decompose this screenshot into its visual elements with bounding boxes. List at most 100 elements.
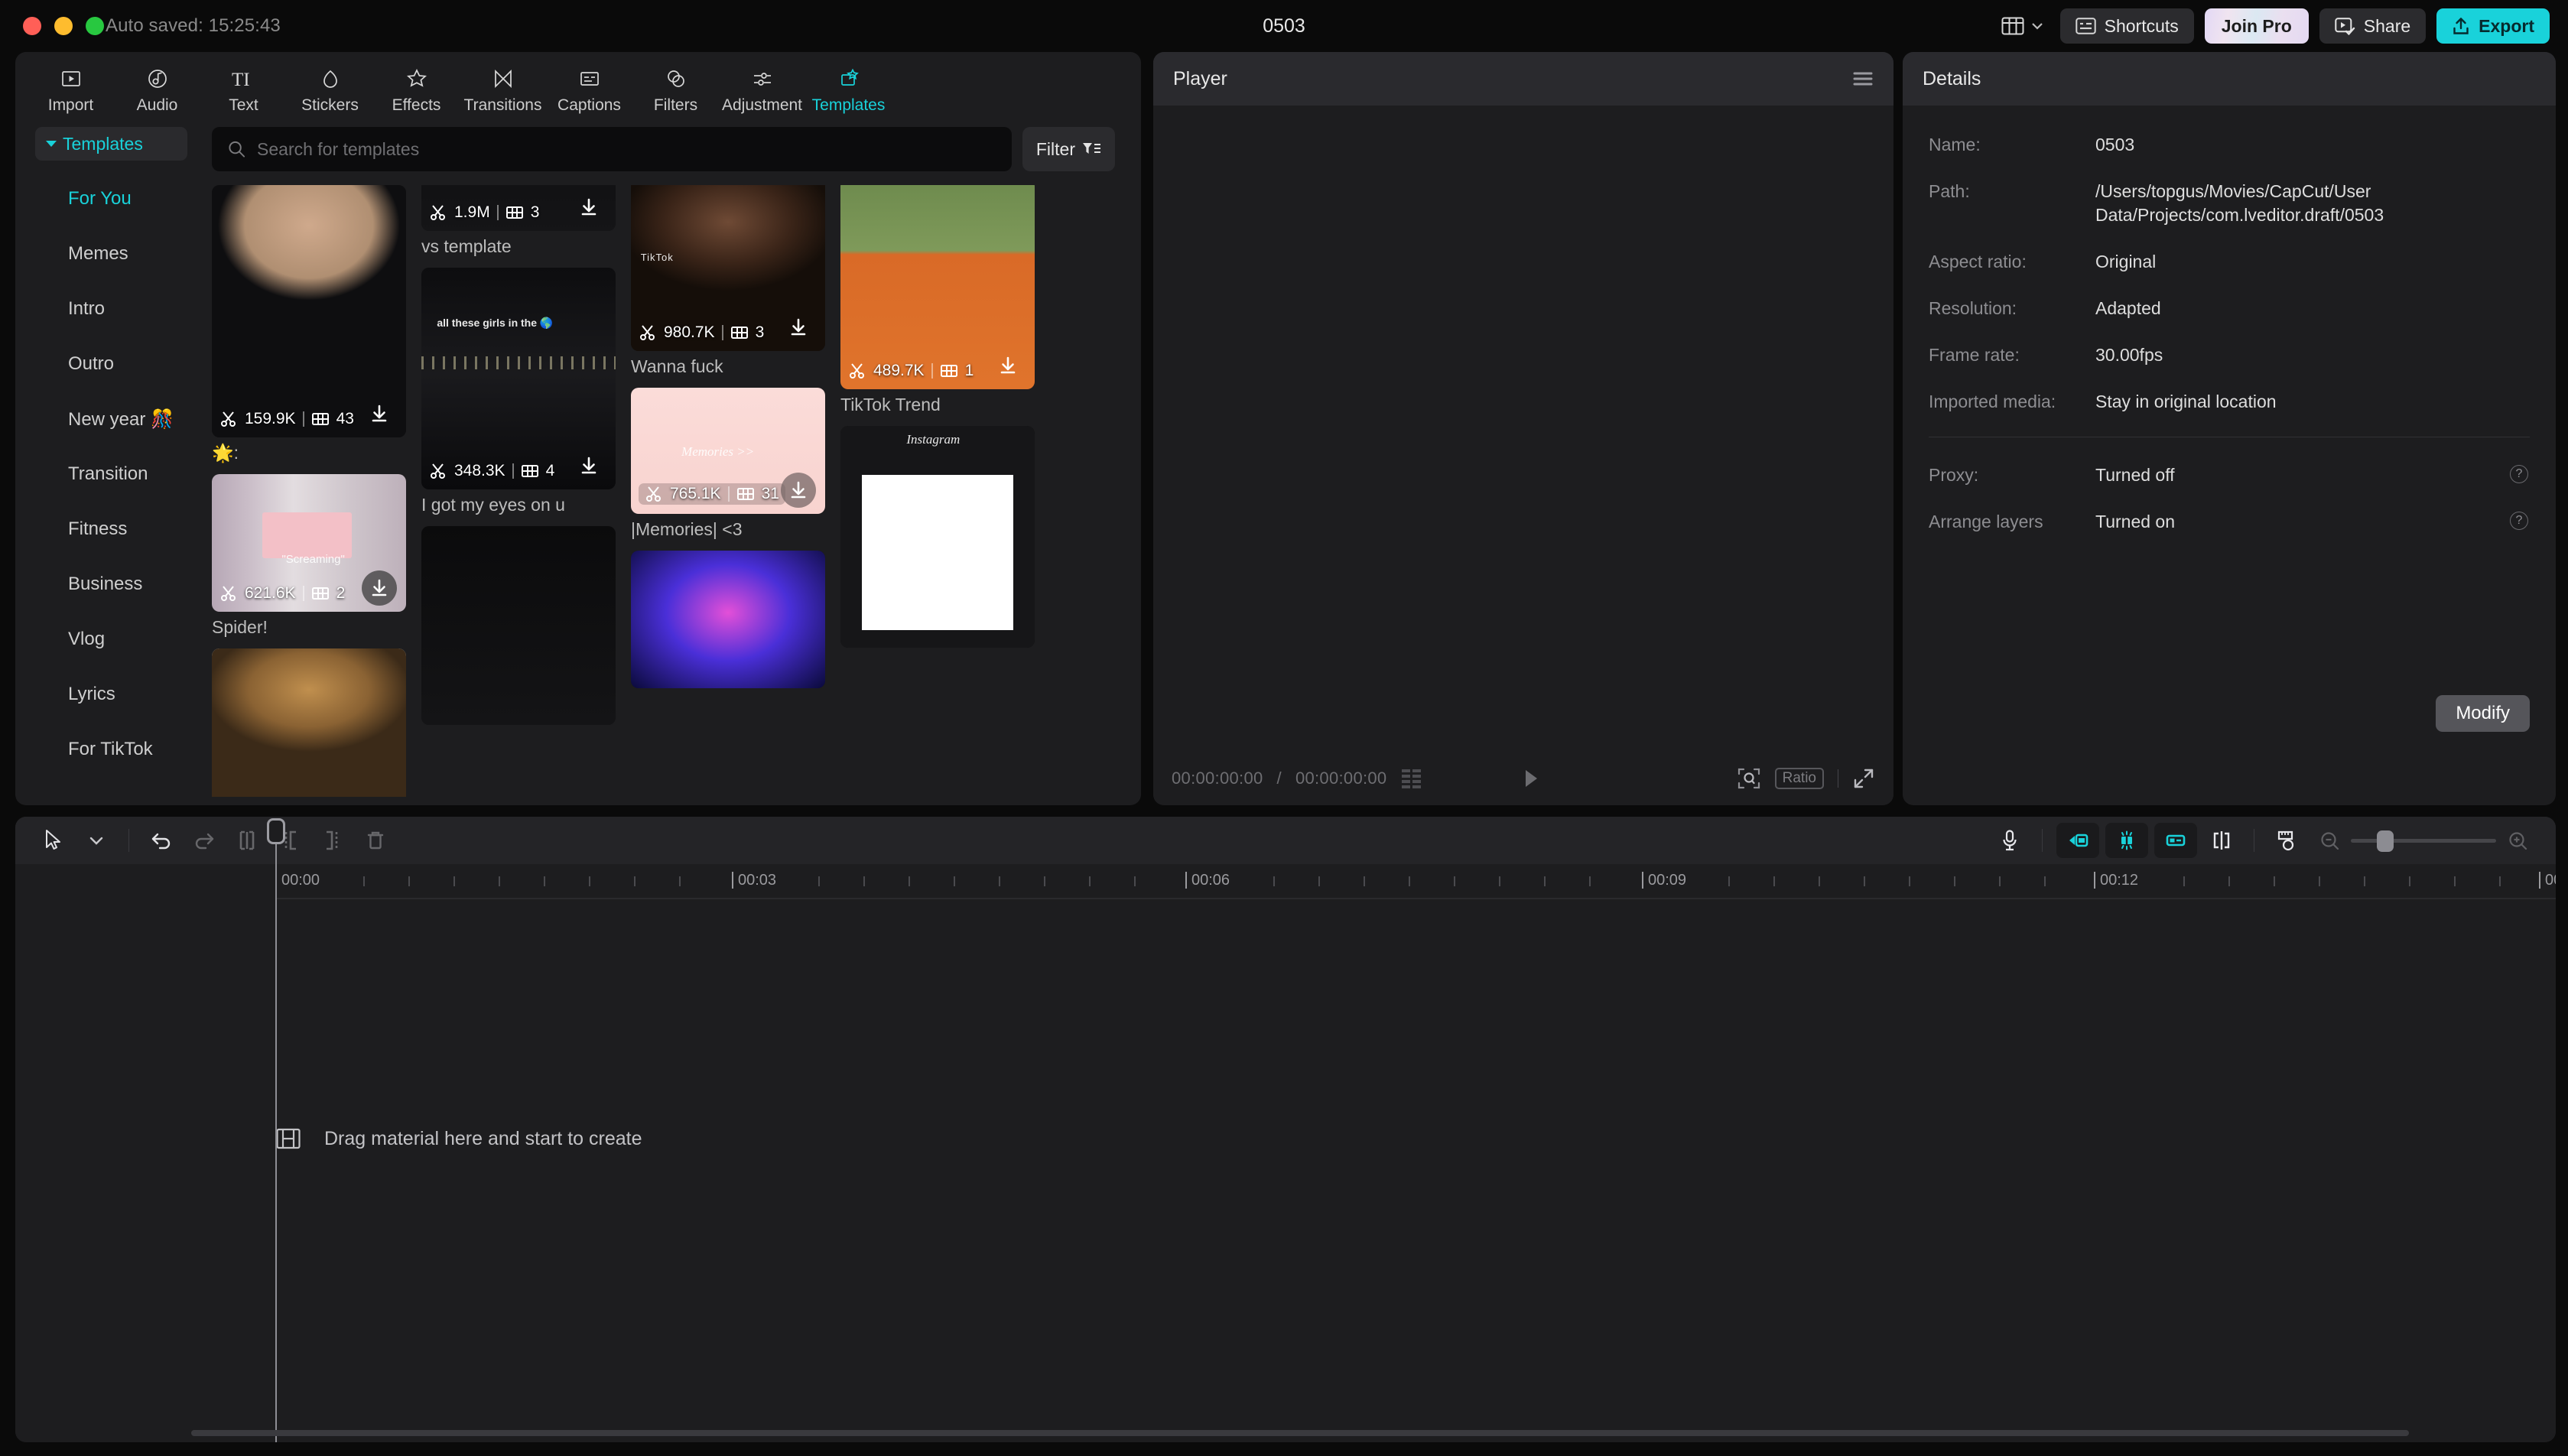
timeline-playhead[interactable] <box>275 820 277 1442</box>
sidebar-item-for-tiktok[interactable]: For TikTok <box>26 722 195 777</box>
search-box[interactable] <box>212 127 1012 171</box>
ruler-label: 00:09 <box>1648 872 1686 889</box>
template-stats: 621.6K 2 <box>219 584 345 603</box>
cursor-dropdown-button[interactable] <box>75 823 118 858</box>
playhead-handle[interactable] <box>267 818 285 844</box>
filter-button[interactable]: Filter <box>1022 127 1115 171</box>
tab-adjustment[interactable]: Adjustment <box>719 60 805 115</box>
ratio-button[interactable]: Ratio <box>1775 768 1824 789</box>
sidebar-item-transition[interactable]: Transition <box>26 447 195 502</box>
transitions-icon <box>492 66 515 92</box>
ruler-label: 00:00 <box>281 872 320 889</box>
download-template-button[interactable] <box>362 570 397 606</box>
timeline-horizontal-scrollbar[interactable] <box>191 1430 2409 1436</box>
template-uses: 159.9K <box>245 410 296 428</box>
details-value: 30.00fps <box>2095 343 2530 367</box>
tab-stickers[interactable]: Stickers <box>287 60 373 115</box>
sidebar-item-business[interactable]: Business <box>26 557 195 612</box>
tab-import[interactable]: Import <box>28 60 114 115</box>
timeline-tracks[interactable]: Drag material here and start to create <box>15 898 2556 1442</box>
split-playhead-icon <box>2210 830 2233 851</box>
timeline-ruler[interactable]: 00:00 00:03 00:06 00:09 00:12 00 <box>15 864 2556 898</box>
ruler-label: 00 <box>2545 872 2556 889</box>
split-button[interactable] <box>226 823 268 858</box>
template-uses: 348.3K <box>454 462 505 480</box>
template-overlay-text: Instagram <box>906 432 960 447</box>
shortcuts-button[interactable]: Shortcuts <box>2060 8 2194 44</box>
mirror-button[interactable] <box>2056 823 2099 858</box>
ruler-label: 00:12 <box>2100 872 2138 889</box>
fullscreen-icon[interactable] <box>1852 767 1875 790</box>
sidebar-item-for-you[interactable]: For You <box>26 171 195 226</box>
trim-right-button[interactable] <box>311 823 354 858</box>
template-card[interactable]: Instagram <box>840 426 1035 648</box>
search-input[interactable] <box>257 139 1012 160</box>
sidebar-item-lyrics[interactable]: Lyrics <box>26 667 195 722</box>
select-cursor-tool[interactable] <box>32 823 75 858</box>
template-card[interactable]: TikTok 980.7K 3 <box>631 185 825 377</box>
split-playhead-button[interactable] <box>2200 823 2243 858</box>
freeze-button[interactable] <box>2105 823 2148 858</box>
player-menu-icon[interactable] <box>1852 70 1874 87</box>
shortcuts-label: Shortcuts <box>2105 16 2179 37</box>
zoom-slider-handle[interactable] <box>2377 830 2394 852</box>
zoom-to-fit-icon[interactable] <box>1737 767 1761 790</box>
sidebar-item-new-year[interactable]: New year 🎊 <box>26 392 195 447</box>
sidebar-item-outro[interactable]: Outro <box>26 336 195 392</box>
details-label: Arrange layers <box>1929 510 2095 532</box>
join-pro-button[interactable]: Join Pro <box>2205 8 2309 44</box>
download-template-button[interactable] <box>571 448 606 483</box>
record-voiceover-button[interactable] <box>1988 823 2031 858</box>
template-title: TikTok Trend <box>840 395 1035 415</box>
sidebar-item-vlog[interactable]: Vlog <box>26 612 195 667</box>
zoom-out-button[interactable] <box>2308 823 2351 858</box>
sidebar-item-fitness[interactable]: Fitness <box>26 502 195 557</box>
timeline-dropzone[interactable]: Drag material here and start to create <box>275 1127 642 1150</box>
player-canvas[interactable] <box>1153 106 1893 752</box>
share-button[interactable]: Share <box>2319 8 2426 44</box>
zoom-slider[interactable] <box>2351 839 2496 843</box>
template-card[interactable] <box>631 551 825 688</box>
chevron-down-icon <box>2031 22 2043 30</box>
download-template-button[interactable] <box>571 190 606 225</box>
layout-switch-button[interactable] <box>1995 11 2050 41</box>
tab-filters-label: Filters <box>654 96 697 115</box>
template-card[interactable]: "Screaming" 621.6K 2 <box>212 474 406 638</box>
download-template-button[interactable] <box>362 396 397 431</box>
tab-filters[interactable]: Filters <box>632 60 719 115</box>
undo-button[interactable] <box>140 823 183 858</box>
download-template-button[interactable] <box>781 310 816 345</box>
play-button[interactable] <box>1521 768 1541 789</box>
zoom-slider-track[interactable] <box>2351 839 2496 843</box>
template-card[interactable]: 159.9K 43 🌟: <box>212 185 406 463</box>
frame-grid-icon[interactable] <box>1400 768 1423 789</box>
template-card[interactable]: 𝒶𝒶Ⱬ𝒶 𝓈Ⱬ 1.9M 3 <box>421 185 616 257</box>
tab-effects[interactable]: Effects <box>373 60 460 115</box>
download-template-button[interactable] <box>781 473 816 508</box>
ruler-measure-button[interactable] <box>2265 823 2308 858</box>
tab-audio[interactable]: Audio <box>114 60 200 115</box>
template-card[interactable]: all these girls in the 🌎 348.3K 4 <box>421 268 616 515</box>
redo-button[interactable] <box>183 823 226 858</box>
title-bar: Auto saved: 15:25:43 0503 <box>0 0 2568 52</box>
export-button[interactable]: Export <box>2436 8 2550 44</box>
zoom-in-button[interactable] <box>2496 823 2539 858</box>
delete-button[interactable] <box>354 823 397 858</box>
sidebar-item-intro[interactable]: Intro <box>26 281 195 336</box>
template-card[interactable] <box>212 648 406 797</box>
microphone-icon <box>2001 829 2019 852</box>
sidebar-header-templates[interactable]: Templates <box>35 127 187 161</box>
tab-text[interactable]: TI Text <box>200 60 287 115</box>
detach-audio-button[interactable] <box>2154 823 2197 858</box>
template-card[interactable]: Memories >> 765.1K 31 <box>631 388 825 540</box>
download-template-button[interactable] <box>990 348 1026 383</box>
tab-captions[interactable]: Captions <box>546 60 632 115</box>
tab-templates[interactable]: Templates <box>805 60 892 115</box>
template-card[interactable] <box>421 526 616 725</box>
modify-button[interactable]: Modify <box>2436 695 2530 732</box>
player-total-time: 00:00:00:00 <box>1295 769 1387 788</box>
tab-transitions[interactable]: Transitions <box>460 60 546 115</box>
template-card[interactable]: 489.7K 1 TikTok Trend <box>840 185 1035 415</box>
sidebar-item-memes[interactable]: Memes <box>26 226 195 281</box>
filter-icon <box>1081 141 1101 158</box>
